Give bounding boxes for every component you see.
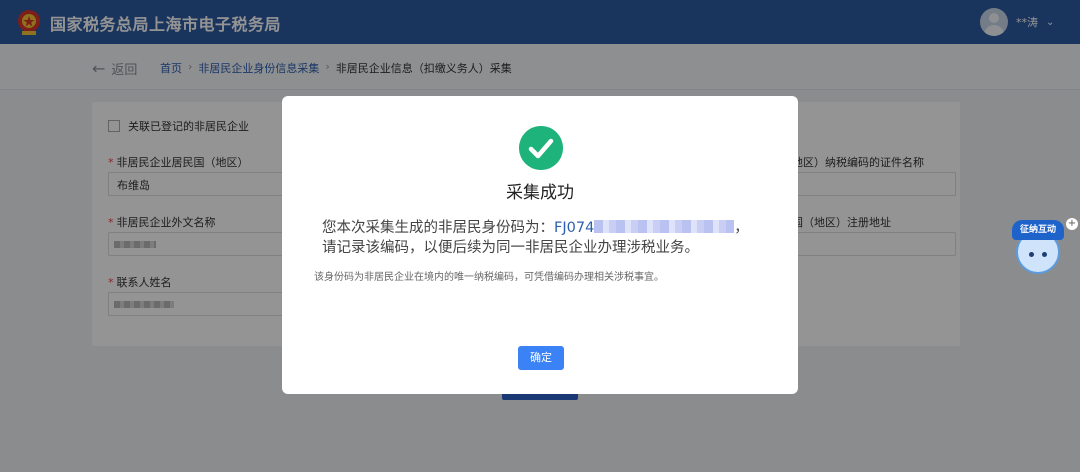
assistant-label[interactable]: 征纳互动 xyxy=(1012,220,1064,240)
dialog-note: 该身份码为非居民企业在境内的唯一纳税编码，可凭借编码办理相关涉税事宜。 xyxy=(314,272,664,283)
plus-icon[interactable]: + xyxy=(1066,218,1078,230)
assistant-eyes xyxy=(1029,252,1047,257)
message-prefix: 您本次采集生成的非居民身份码为： xyxy=(322,220,554,236)
assistant-widget[interactable]: 征纳互动 xyxy=(1012,220,1064,274)
dialog-message: 您本次采集生成的非居民身份码为：FJ074 ，请记录该编码，以便后续为同一非居民企… xyxy=(322,218,758,258)
success-dialog: 采集成功 您本次采集生成的非居民身份码为：FJ074 ，请记录该编码，以便后续为同… xyxy=(282,96,798,394)
identity-code: FJ074 xyxy=(554,220,735,236)
confirm-button[interactable]: 确定 xyxy=(518,346,564,370)
check-circle-icon xyxy=(519,126,563,170)
dialog-title: 采集成功 xyxy=(506,183,574,203)
code-mask xyxy=(594,220,735,233)
